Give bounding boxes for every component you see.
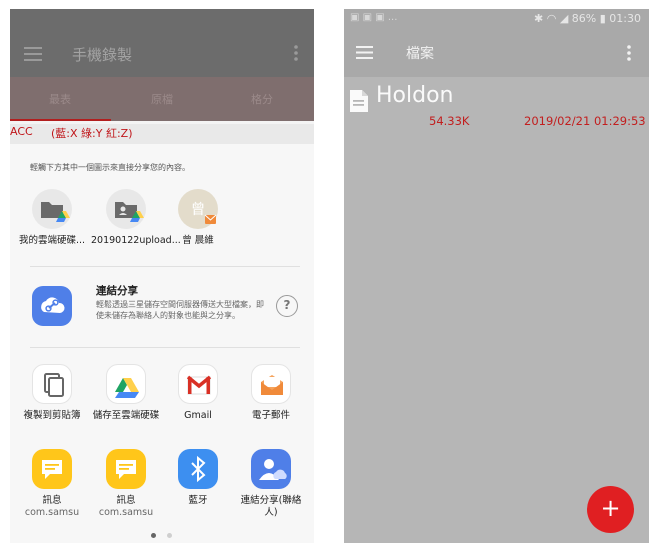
app-title: 手機錄製	[72, 46, 133, 64]
direct-share-drive-folder[interactable]: 我的雲端硬碟...	[17, 189, 87, 247]
hamburger-menu-icon[interactable]	[356, 46, 373, 59]
drive-contact-folder-icon	[106, 189, 146, 229]
app-label: 電子郵件	[251, 410, 290, 421]
hamburger-menu-icon[interactable]	[24, 47, 42, 61]
copy-icon	[32, 364, 72, 404]
file-date: 2019/02/21 01:29:53	[524, 114, 646, 128]
battery-icon: ▮	[599, 12, 606, 25]
file-list-item[interactable]: Holdon 54.33K 2019/02/21 01:29:53	[344, 81, 649, 141]
acc-legend-row: ACC (藍:X 綠:Y 紅:Z)	[10, 124, 314, 144]
link-share-description: 輕鬆透過三星儲存空間伺服器傳送大型檔案，即使未儲存為聯絡人的對象也能與之分享。	[96, 300, 264, 320]
page-dot-active	[151, 533, 156, 538]
app-link-share-contact[interactable]: 連結分享(聯絡人)	[236, 449, 306, 519]
share-sheet-screen: 手機錄製 最表 原檔 格分 ACC (藍:X 綠:Y 紅:Z) 輕觸下方其中一個…	[10, 9, 314, 543]
drive-folder-icon	[32, 189, 72, 229]
link-share-contact-icon	[251, 449, 291, 489]
app-message-2[interactable]: 訊息 com.samsu	[91, 449, 161, 519]
link-share-title: 連結分享	[96, 285, 138, 297]
app-label: 訊息	[42, 495, 62, 506]
file-size: 54.33K	[429, 114, 470, 128]
contact-avatar-icon: 曾	[178, 189, 218, 229]
app-bluetooth[interactable]: 藍牙	[163, 449, 233, 507]
clock: 01:30	[609, 12, 641, 25]
gmail-icon	[178, 364, 218, 404]
help-button[interactable]: ?	[276, 295, 298, 317]
share-hint: 輕觸下方其中一個圖示來直接分享您的內容。	[30, 163, 190, 172]
message-icon	[106, 449, 146, 489]
divider	[30, 266, 300, 267]
message-icon	[32, 449, 72, 489]
app-bar: 檔案	[344, 29, 649, 77]
app-label: 藍牙	[188, 495, 208, 506]
acc-label: ACC	[10, 125, 33, 138]
battery-percent: 86%	[571, 12, 597, 25]
tab-first[interactable]: 最表	[30, 91, 90, 107]
app-email[interactable]: 電子郵件	[236, 364, 306, 422]
wifi-status-icon: ◠	[546, 12, 557, 25]
app-label: Gmail	[184, 410, 212, 421]
app-label: 訊息	[116, 495, 136, 506]
link-share-cloud-icon	[32, 286, 72, 326]
bluetooth-icon	[178, 449, 218, 489]
tab-second[interactable]: 原檔	[132, 91, 192, 107]
app-sublabel: com.samsu	[98, 507, 154, 518]
svg-text:曾: 曾	[191, 202, 205, 218]
acc-axes-legend: (藍:X 綠:Y 紅:Z)	[51, 127, 133, 140]
tab-indicator	[10, 119, 111, 121]
link-share-option[interactable]: 連結分享 輕鬆透過三星儲存空間伺服器傳送大型檔案，即使未儲存為聯絡人的對象也能與…	[10, 271, 314, 341]
app-copy-clipboard[interactable]: 複製到剪貼簿	[17, 364, 87, 422]
app-label: 複製到剪貼簿	[23, 410, 81, 421]
share-sheet: 輕觸下方其中一個圖示來直接分享您的內容。 我的雲端硬碟... 20190122u…	[10, 144, 314, 543]
app-bar-dimmed: 手機錄製	[10, 9, 314, 77]
app-label: 連結分享(聯絡人)	[240, 495, 302, 518]
app-label: 儲存至雲端硬碟	[92, 410, 160, 421]
add-fab-button[interactable]: +	[587, 486, 634, 533]
google-drive-icon	[106, 364, 146, 404]
overflow-menu-icon[interactable]	[294, 45, 298, 61]
email-icon	[251, 364, 291, 404]
page-indicator	[10, 532, 314, 540]
app-message[interactable]: 訊息 com.samsu	[17, 449, 87, 519]
screen-title: 檔案	[406, 46, 434, 62]
page-dot	[167, 533, 172, 538]
status-bar: ▣ ▣ ▣ ... ✱ ◠ ◢ 86% ▮ 01:30	[344, 9, 649, 29]
file-list-screen: ▣ ▣ ▣ ... ✱ ◠ ◢ 86% ▮ 01:30 檔案 Holdon 54…	[344, 9, 649, 543]
notification-icons: ▣ ▣ ▣ ...	[350, 12, 398, 23]
divider	[30, 347, 300, 348]
app-save-to-drive[interactable]: 儲存至雲端硬碟	[91, 364, 161, 422]
signal-status-icon: ◢	[559, 12, 569, 25]
direct-share-contact[interactable]: 曾 曾 晨維	[163, 189, 233, 247]
app-gmail[interactable]: Gmail	[163, 364, 233, 422]
direct-share-label: 我的雲端硬碟...	[18, 235, 86, 246]
file-name: Holdon	[376, 83, 454, 108]
overflow-menu-icon[interactable]	[627, 45, 631, 61]
bluetooth-status-icon: ✱	[533, 12, 544, 25]
status-right: ✱ ◠ ◢ 86% ▮ 01:30	[534, 12, 641, 25]
file-document-icon	[349, 89, 369, 113]
tab-bar: 最表 原檔 格分	[10, 77, 314, 121]
tab-third[interactable]: 格分	[232, 91, 292, 107]
direct-share-label: 20190122upload...	[91, 235, 181, 246]
direct-share-label: 曾 晨維	[182, 235, 214, 246]
direct-share-upload-folder[interactable]: 20190122upload...	[91, 189, 181, 247]
app-sublabel: com.samsu	[24, 507, 80, 518]
